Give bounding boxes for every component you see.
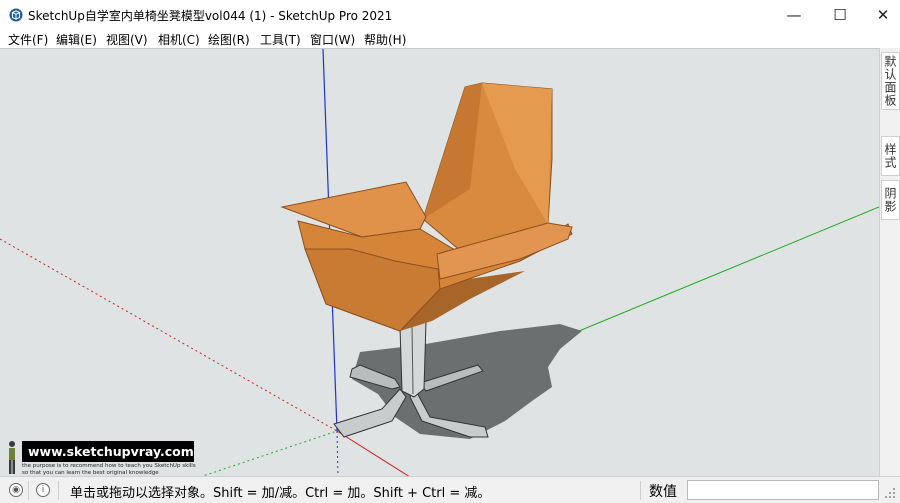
menu-bar: 文件(F) 编辑(E) 视图(V) 相机(C) 绘图(R) 工具(T) 窗口(W… [0, 30, 900, 48]
status-bar: ◉ i 单击或拖动以选择对象。Shift = 加/减。Ctrl = 加。Shif… [0, 476, 900, 503]
chair-base-leg-front [333, 388, 407, 438]
blue-axis-dotted [336, 430, 339, 476]
red-axis-dotted [0, 238, 338, 432]
scene-canvas[interactable] [0, 49, 879, 476]
resize-grip-icon[interactable] [884, 487, 896, 499]
geo-location-icon[interactable]: ◉ [9, 483, 23, 497]
menu-tools[interactable]: 工具(T) [260, 31, 301, 48]
status-message: 单击或拖动以选择对象。Shift = 加/减。Ctrl = 加。Shift + … [70, 486, 491, 501]
menu-edit[interactable]: 编辑(E) [56, 31, 97, 48]
maximize-button[interactable]: ☐ [817, 0, 863, 30]
green-axis-dotted [201, 430, 338, 476]
status-divider [28, 481, 29, 500]
red-axis [336, 430, 410, 476]
title-bar: SketchUp自学室内单椅坐凳模型vol044 (1) - SketchUp … [0, 0, 900, 30]
info-icon[interactable]: i [36, 483, 50, 497]
menu-help[interactable]: 帮助(H) [364, 31, 406, 48]
menu-window[interactable]: 窗口(W) [310, 31, 355, 48]
menu-file[interactable]: 文件(F) [8, 31, 48, 48]
menu-camera[interactable]: 相机(C) [158, 31, 200, 48]
status-divider [58, 481, 59, 500]
close-button[interactable]: ✕ [860, 0, 900, 30]
status-divider [640, 481, 641, 500]
tab-shadows[interactable]: 阴影 [881, 180, 900, 220]
menu-draw[interactable]: 绘图(R) [208, 31, 250, 48]
measurements-input[interactable] [687, 480, 879, 500]
menu-view[interactable]: 视图(V) [106, 31, 148, 48]
sketchup-logo-icon [9, 8, 23, 22]
measurements-label: 数值 [649, 484, 677, 500]
default-tray: 默认面板 样式 阴影 [879, 48, 900, 476]
watermark-site: www.sketchupvray.com [22, 441, 194, 462]
watermark-tagline: the purpose is to recommend how to teach… [22, 463, 196, 476]
model-viewport[interactable] [0, 48, 879, 476]
scale-figure-icon [9, 441, 15, 474]
window-title: SketchUp自学室内单椅坐凳模型vol044 (1) - SketchUp … [28, 9, 393, 23]
tab-default-tray[interactable]: 默认面板 [881, 52, 900, 110]
minimize-button[interactable]: — [771, 0, 817, 30]
tab-styles[interactable]: 样式 [881, 136, 900, 176]
